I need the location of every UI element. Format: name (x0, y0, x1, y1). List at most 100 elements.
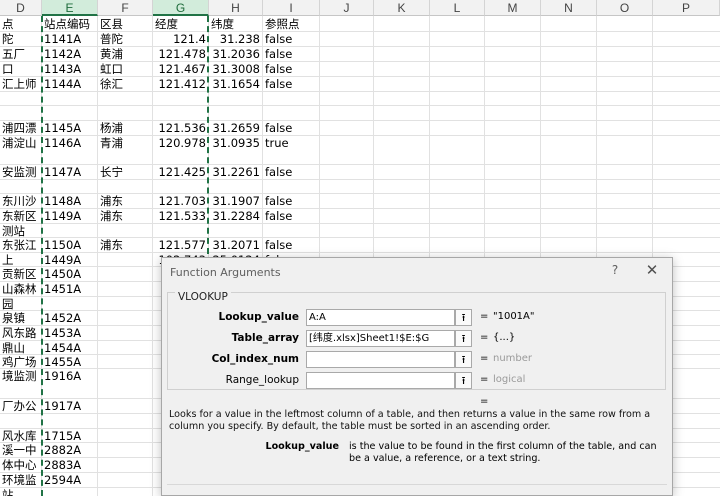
cell-d[interactable]: 泉镇 (0, 311, 42, 325)
cell-d[interactable]: 安监测 (0, 165, 42, 179)
cell-d[interactable]: 上 (0, 253, 42, 267)
header-cell[interactable]: 点 (0, 17, 42, 31)
cell-e[interactable]: 1450A (42, 267, 98, 281)
cell-d[interactable]: 园 (0, 297, 42, 311)
cell-d[interactable]: 贡新区 (0, 267, 42, 281)
cell-e[interactable]: 2594A (42, 473, 98, 487)
cell-g[interactable]: 121.478 (153, 47, 209, 61)
cell-e[interactable]: 1142A (42, 47, 98, 61)
cell-d[interactable]: 五厂 (0, 47, 42, 61)
cell-d[interactable]: 浦淀山 (0, 136, 42, 150)
cell-i[interactable]: false (263, 47, 320, 61)
cell-f[interactable]: 黄浦 (98, 47, 153, 61)
header-cell[interactable]: 区县 (98, 17, 153, 31)
column-header-h[interactable]: H (209, 0, 263, 16)
cell-e[interactable]: 1452A (42, 311, 98, 325)
cell-i[interactable]: true (263, 136, 320, 150)
collapse-dialog-icon[interactable]: ⭱ (455, 372, 472, 389)
column-header-n[interactable]: N (541, 0, 597, 16)
column-header-o[interactable]: O (597, 0, 653, 16)
cell-g[interactable]: 121.467 (153, 62, 209, 76)
cell-h[interactable]: 31.2071 (209, 238, 263, 252)
cell-i[interactable]: false (263, 121, 320, 135)
cell-g[interactable]: 121.703 (153, 194, 209, 208)
lookup-value-input[interactable]: A:A (306, 309, 455, 326)
column-header-e[interactable]: E (42, 0, 98, 16)
collapse-dialog-icon[interactable]: ⭱ (455, 351, 472, 368)
cell-d[interactable]: 境监测 (0, 369, 42, 383)
cell-f[interactable]: 杨浦 (98, 121, 153, 135)
cell-e[interactable]: 1150A (42, 238, 98, 252)
cell-e[interactable]: 1916A (42, 369, 98, 383)
col-index-num-input[interactable] (306, 351, 455, 368)
cell-f[interactable]: 浦东 (98, 194, 153, 208)
cell-h[interactable]: 31.238 (209, 32, 263, 46)
collapse-dialog-icon[interactable]: ⭱ (455, 330, 472, 347)
cell-e[interactable]: 1917A (42, 399, 98, 413)
cell-d[interactable]: 鼎山 (0, 341, 42, 355)
close-icon[interactable]: ✕ (644, 261, 660, 279)
cell-f[interactable]: 浦东 (98, 238, 153, 252)
column-header-m[interactable]: M (485, 0, 541, 16)
cell-h[interactable]: 31.1654 (209, 77, 263, 91)
cell-h[interactable]: 31.2284 (209, 209, 263, 223)
header-cell[interactable]: 参照点 (263, 17, 320, 31)
cell-f[interactable]: 徐汇 (98, 77, 153, 91)
column-header-k[interactable]: K (374, 0, 430, 16)
cell-d[interactable]: 体中心 (0, 458, 42, 472)
cell-i[interactable]: false (263, 32, 320, 46)
cell-i[interactable]: false (263, 77, 320, 91)
table-array-input[interactable]: [纬度.xlsx]Sheet1!$E:$G (306, 330, 455, 347)
cell-e[interactable]: 1715A (42, 429, 98, 443)
cell-i[interactable]: false (263, 238, 320, 252)
cell-e[interactable]: 1143A (42, 62, 98, 76)
cell-i[interactable]: false (263, 62, 320, 76)
cell-d[interactable]: 厂办公 (0, 399, 42, 413)
cell-e[interactable]: 1451A (42, 282, 98, 296)
cell-g[interactable]: 121.577 (153, 238, 209, 252)
column-header-g[interactable]: G (153, 0, 209, 16)
cell-e[interactable]: 1453A (42, 326, 98, 340)
cell-d[interactable]: 山森林 (0, 282, 42, 296)
collapse-dialog-icon[interactable]: ⭱ (455, 309, 472, 326)
cell-d[interactable]: 风水库 (0, 429, 42, 443)
header-cell[interactable]: 经度 (153, 17, 209, 31)
column-header-p[interactable]: P (653, 0, 720, 16)
cell-h[interactable]: 31.2261 (209, 165, 263, 179)
cell-i[interactable]: false (263, 209, 320, 223)
column-header-j[interactable]: J (320, 0, 374, 16)
cell-i[interactable]: false (263, 194, 320, 208)
cell-g[interactable]: 121.4 (153, 32, 209, 46)
help-icon[interactable]: ? (608, 263, 622, 277)
cell-g[interactable]: 121.533 (153, 209, 209, 223)
cell-e[interactable]: 1147A (42, 165, 98, 179)
range-lookup-input[interactable] (306, 372, 455, 389)
cell-f[interactable]: 青浦 (98, 136, 153, 150)
cell-d[interactable]: 测站 (0, 224, 42, 238)
cell-e[interactable]: 1455A (42, 355, 98, 369)
cell-e[interactable]: 1144A (42, 77, 98, 91)
cell-h[interactable]: 31.2659 (209, 121, 263, 135)
column-header-f[interactable]: F (98, 0, 153, 16)
cell-d[interactable]: 东张江 (0, 238, 42, 252)
cell-e[interactable]: 2882A (42, 443, 98, 457)
header-cell[interactable]: 站点编码 (42, 17, 98, 31)
cell-d[interactable]: 风东路 (0, 326, 42, 340)
cell-d[interactable]: 东川沙 (0, 194, 42, 208)
cell-e[interactable]: 2883A (42, 458, 98, 472)
column-header-i[interactable]: I (263, 0, 320, 16)
cell-d[interactable]: 鸡广场 (0, 355, 42, 369)
cell-f[interactable]: 虹口 (98, 62, 153, 76)
cell-e[interactable]: 1146A (42, 136, 98, 150)
column-header-d[interactable]: D (0, 0, 42, 16)
cell-f[interactable]: 浦东 (98, 209, 153, 223)
cell-g[interactable]: 121.536 (153, 121, 209, 135)
column-header-l[interactable]: L (430, 0, 485, 16)
cell-e[interactable]: 1145A (42, 121, 98, 135)
cell-d[interactable]: 东新区 (0, 209, 42, 223)
cell-h[interactable]: 31.1907 (209, 194, 263, 208)
cell-g[interactable]: 121.412 (153, 77, 209, 91)
cell-e[interactable]: 1148A (42, 194, 98, 208)
cell-d[interactable]: 陀 (0, 32, 42, 46)
cell-f[interactable]: 普陀 (98, 32, 153, 46)
